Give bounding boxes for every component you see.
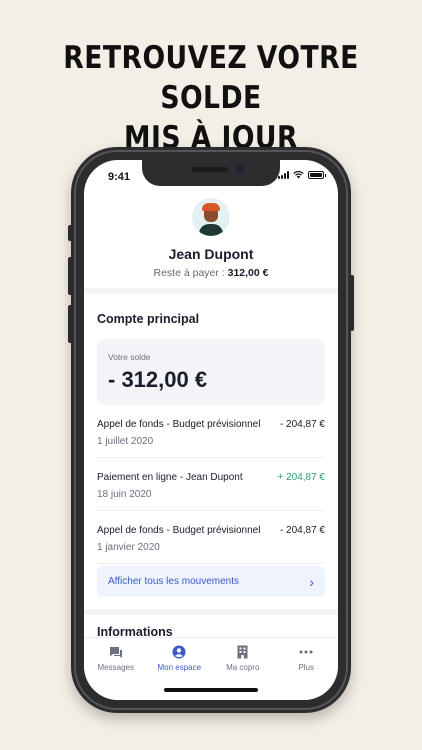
phone-frame: 9:41 Jean Dupont Reste à payer : 312,00 … [68, 147, 354, 713]
headline-line-1: RETROUVEZ VOTRE SOLDE [63, 40, 359, 116]
tab-plus-label: Plus [298, 663, 315, 672]
amount-due-value: 312,00 € [227, 267, 269, 279]
tab-messages[interactable]: Messages [84, 638, 148, 700]
battery-icon [308, 171, 326, 179]
chevron-right-icon: › [309, 573, 314, 590]
section-divider [84, 609, 338, 615]
transaction-row[interactable]: Appel de fonds - Budget prévisionnel 1 j… [97, 405, 325, 458]
power-button [350, 275, 354, 331]
transaction-row[interactable]: Paiement en ligne - Jean Dupont 18 juin … [97, 458, 325, 511]
app-screen: 9:41 Jean Dupont Reste à payer : 312,00 … [84, 160, 338, 700]
transaction-amount: - 204,87 € [279, 419, 325, 430]
volume-down-button [68, 305, 72, 343]
account-title: Compte principal [97, 312, 200, 326]
profile-name: Jean Dupont [168, 246, 254, 262]
tab-mon-espace-label: Mon espace [157, 663, 202, 672]
tab-ma-copro-label: Ma copro [226, 663, 260, 672]
transaction-title: Appel de fonds - Budget prévisionnel [97, 419, 261, 430]
tab-messages-label: Messages [97, 663, 134, 672]
amount-due-label: Reste à payer : [153, 267, 225, 279]
transaction-title: Appel de fonds - Budget prévisionnel [97, 525, 261, 536]
user-icon [172, 645, 186, 659]
view-all-movements-label: Afficher tous les mouvements [108, 576, 239, 587]
notch [142, 160, 280, 186]
headline: RETROUVEZ VOTRE SOLDE MIS À JOUR [30, 38, 393, 158]
status-time: 9:41 [108, 171, 131, 183]
profile-header: Jean Dupont Reste à payer : 312,00 € [84, 198, 338, 279]
balance-amount: - 312,00 € [108, 367, 208, 392]
transaction-title: Paiement en ligne - Jean Dupont [97, 472, 243, 483]
balance-label: Votre solde [108, 352, 151, 362]
transaction-row[interactable]: Appel de fonds - Budget prévisionnel 1 j… [97, 511, 325, 564]
tab-plus[interactable]: Plus [275, 638, 339, 700]
wifi-icon [293, 171, 304, 179]
transaction-amount: + 204,87 € [277, 472, 325, 483]
transaction-date: 1 janvier 2020 [97, 542, 160, 553]
chat-icon [109, 646, 122, 658]
more-icon [299, 650, 313, 654]
mute-switch [68, 225, 72, 241]
account-card: Compte principal Votre solde - 312,00 € … [84, 294, 338, 597]
avatar[interactable] [192, 198, 230, 236]
transaction-date: 1 juillet 2020 [97, 436, 154, 447]
transaction-amount: - 204,87 € [279, 525, 325, 536]
balance-box: Votre solde - 312,00 € [97, 339, 325, 405]
transaction-date: 18 juin 2020 [97, 489, 152, 500]
volume-up-button [68, 257, 72, 295]
signal-icon [278, 171, 289, 179]
view-all-movements-button[interactable]: Afficher tous les mouvements › [97, 566, 325, 597]
home-indicator[interactable] [164, 688, 258, 692]
amount-due: Reste à payer : 312,00 € [84, 267, 338, 279]
building-icon [237, 645, 248, 659]
